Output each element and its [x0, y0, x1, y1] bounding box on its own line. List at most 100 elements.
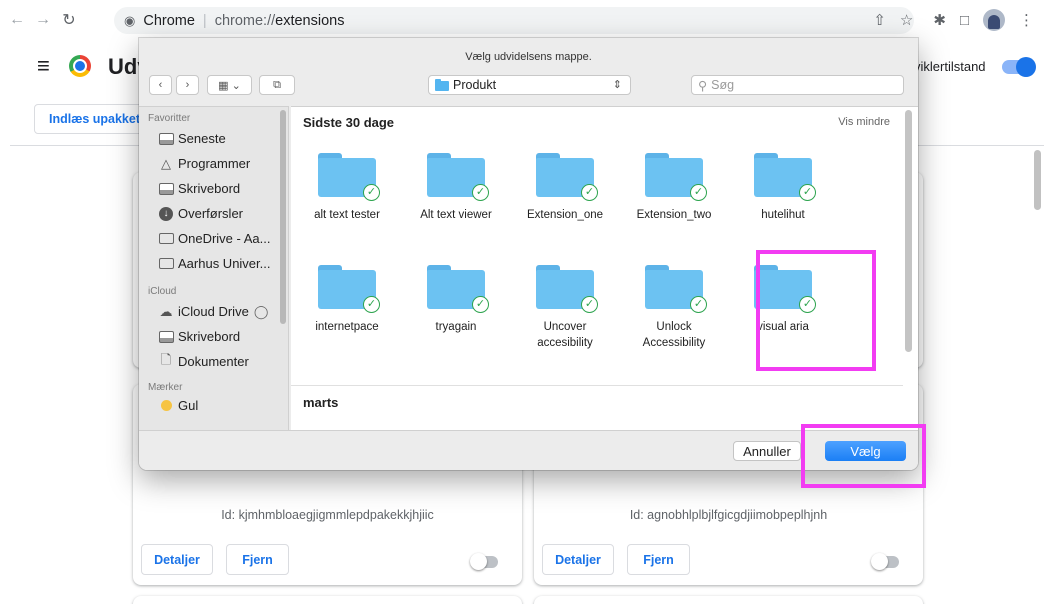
chevron-left-icon: ‹ [158, 79, 163, 91]
folder-item[interactable]: ✓ alt text tester [293, 145, 401, 255]
up-down-chevron-icon: ⇕ [612, 79, 622, 91]
sidebar-item-recents[interactable]: Seneste [139, 126, 288, 151]
folder-picker-dialog: Vælg udvidelsens mappe. ‹ › ▦ ⌄ ⧉ Produk… [139, 38, 918, 470]
puzzle-icon[interactable]: ✱ [933, 11, 946, 29]
remove-button[interactable]: Fjern [627, 544, 690, 575]
search-field[interactable]: ⚲ Søg [691, 75, 904, 95]
load-unpacked-button[interactable]: Indlæs upakket [34, 104, 154, 134]
folder-icon: ✓ [754, 153, 816, 201]
sidebar-item-downloads[interactable]: ↓ Overførsler [139, 201, 288, 226]
document-icon: 🗋 [160, 351, 172, 367]
sidebar-item-label: Programmer [178, 156, 251, 171]
back-button[interactable]: ‹ [149, 75, 172, 95]
current-folder-label: Produkt [453, 78, 497, 92]
sidebar-item-icloud-drive[interactable]: ☁ iCloud Drive ◯ [139, 299, 288, 324]
sidebar-item-tag-yellow[interactable]: Gul [139, 395, 288, 415]
desktop-icon [158, 330, 174, 343]
checkmark-icon: ✓ [799, 184, 816, 201]
folder-icon: ✓ [645, 265, 707, 313]
cancel-button[interactable]: Annuller [733, 441, 801, 461]
search-placeholder: Søg [711, 78, 735, 92]
folder-icon [158, 233, 174, 244]
back-arrow-icon[interactable]: ← [6, 9, 28, 31]
avatar[interactable] [983, 9, 1005, 31]
section-title-march: marts [303, 395, 339, 410]
sidebar-item-applications[interactable]: △ Programmer [139, 151, 288, 176]
files-scrollbar[interactable] [905, 110, 912, 352]
folder-name: Alt text viewer [420, 209, 492, 221]
sidebar-item-label: Dokumenter [178, 354, 249, 369]
forward-arrow-icon[interactable]: → [32, 9, 54, 31]
folder-item[interactable]: ✓ Extension_one [511, 145, 619, 255]
location-dropdown[interactable]: Produkt ⇕ [428, 75, 631, 95]
cloud-icon: ☁ [159, 303, 173, 319]
details-button[interactable]: Detaljer [542, 544, 614, 575]
developer-mode-toggle[interactable] [1002, 57, 1036, 77]
folder-icon: ✓ [536, 153, 598, 201]
show-less-link[interactable]: Vis mindre [838, 116, 890, 128]
sidebar-icon[interactable]: □ [960, 12, 969, 29]
folder-icon: ✓ [427, 265, 489, 313]
folder-item[interactable]: ✓ hutelihut [729, 145, 837, 255]
hamburger-menu-icon[interactable]: ≡ [37, 53, 50, 79]
section-title-recent: Sidste 30 dage [303, 115, 395, 130]
applications-icon: △ [161, 155, 171, 171]
new-folder-icon: ⧉ [273, 78, 281, 91]
folder-icon [158, 258, 174, 269]
folder-name: hutelihut [761, 209, 805, 221]
developer-mode-label: viklertilstand [914, 59, 986, 74]
checkmark-icon: ✓ [581, 296, 598, 313]
folder-item[interactable]: ✓ Uncover accesibility [511, 257, 619, 367]
folder-name: Uncover accesibility [537, 321, 593, 349]
forward-button[interactable]: › [176, 75, 199, 95]
checkmark-icon: ✓ [472, 296, 489, 313]
sidebar-item-label: Skrivebord [178, 329, 241, 344]
folder-icon: ✓ [318, 153, 380, 201]
extension-id: Id: kjmhmbloaegjigmmlepdpakekkjhjiic [221, 508, 434, 522]
checkmark-icon: ✓ [690, 184, 707, 201]
folder-item[interactable]: ✓ Extension_two [620, 145, 728, 255]
folder-name: alt text tester [314, 209, 380, 221]
dialog-title: Vælg udvidelsens mappe. [465, 51, 592, 63]
file-browser: Sidste 30 dage Vis mindre ✓ alt text tes… [291, 106, 918, 430]
highlight-annotation [756, 250, 876, 371]
page-scrollbar[interactable] [1034, 150, 1041, 210]
new-folder-button[interactable]: ⧉ [259, 75, 295, 95]
sidebar-item-icloud-desktop[interactable]: Skrivebord [139, 324, 288, 349]
reload-icon[interactable]: ↻ [58, 9, 80, 31]
checkmark-icon: ✓ [581, 184, 598, 201]
omnibox-separator: | [202, 12, 207, 29]
section-divider [291, 385, 903, 386]
address-bar[interactable]: ◉ Chrome | chrome:// extensions [114, 7, 914, 34]
folder-item[interactable]: ✓ internetpace [293, 257, 401, 367]
folder-name: internetpace [315, 321, 379, 333]
folder-name: Unlock Accessibility [642, 321, 706, 349]
url-path: extensions [275, 12, 345, 29]
sidebar-item-desktop[interactable]: Skrivebord [139, 176, 288, 201]
sync-progress-icon: ◯ [253, 303, 269, 319]
sidebar-item-aarhus[interactable]: Aarhus Univer... [139, 251, 288, 276]
folder-item-unlock-accessibility[interactable]: ✓ Unlock Accessibility [620, 257, 728, 367]
checkmark-icon: ✓ [363, 296, 380, 313]
checkmark-icon: ✓ [690, 296, 707, 313]
more-menu-icon[interactable]: ⋮ [1019, 11, 1034, 29]
extension-card-bottom-left [133, 596, 522, 604]
extension-enable-toggle[interactable] [871, 553, 899, 570]
sidebar-item-onedrive[interactable]: OneDrive - Aa... [139, 226, 288, 251]
share-icon[interactable]: ⇧ [873, 11, 886, 29]
folder-item[interactable]: ✓ tryagain [402, 257, 510, 367]
details-button[interactable]: Detaljer [141, 544, 213, 575]
site-info-icon[interactable]: ◉ [124, 13, 135, 29]
sidebar-item-documents[interactable]: 🗋 Dokumenter [139, 349, 288, 374]
grid-view-icon: ▦ ⌄ [218, 79, 241, 92]
folder-name: tryagain [435, 321, 477, 333]
search-icon: ⚲ [698, 78, 708, 93]
remove-button[interactable]: Fjern [226, 544, 289, 575]
view-options-button[interactable]: ▦ ⌄ [207, 75, 252, 95]
folder-icon: ✓ [427, 153, 489, 201]
sidebar-item-label: Overførsler [178, 206, 243, 221]
sidebar-scrollbar[interactable] [280, 110, 286, 324]
star-icon[interactable]: ☆ [900, 11, 913, 29]
folder-item[interactable]: ✓ Alt text viewer [402, 145, 510, 255]
extension-enable-toggle[interactable] [470, 553, 498, 570]
